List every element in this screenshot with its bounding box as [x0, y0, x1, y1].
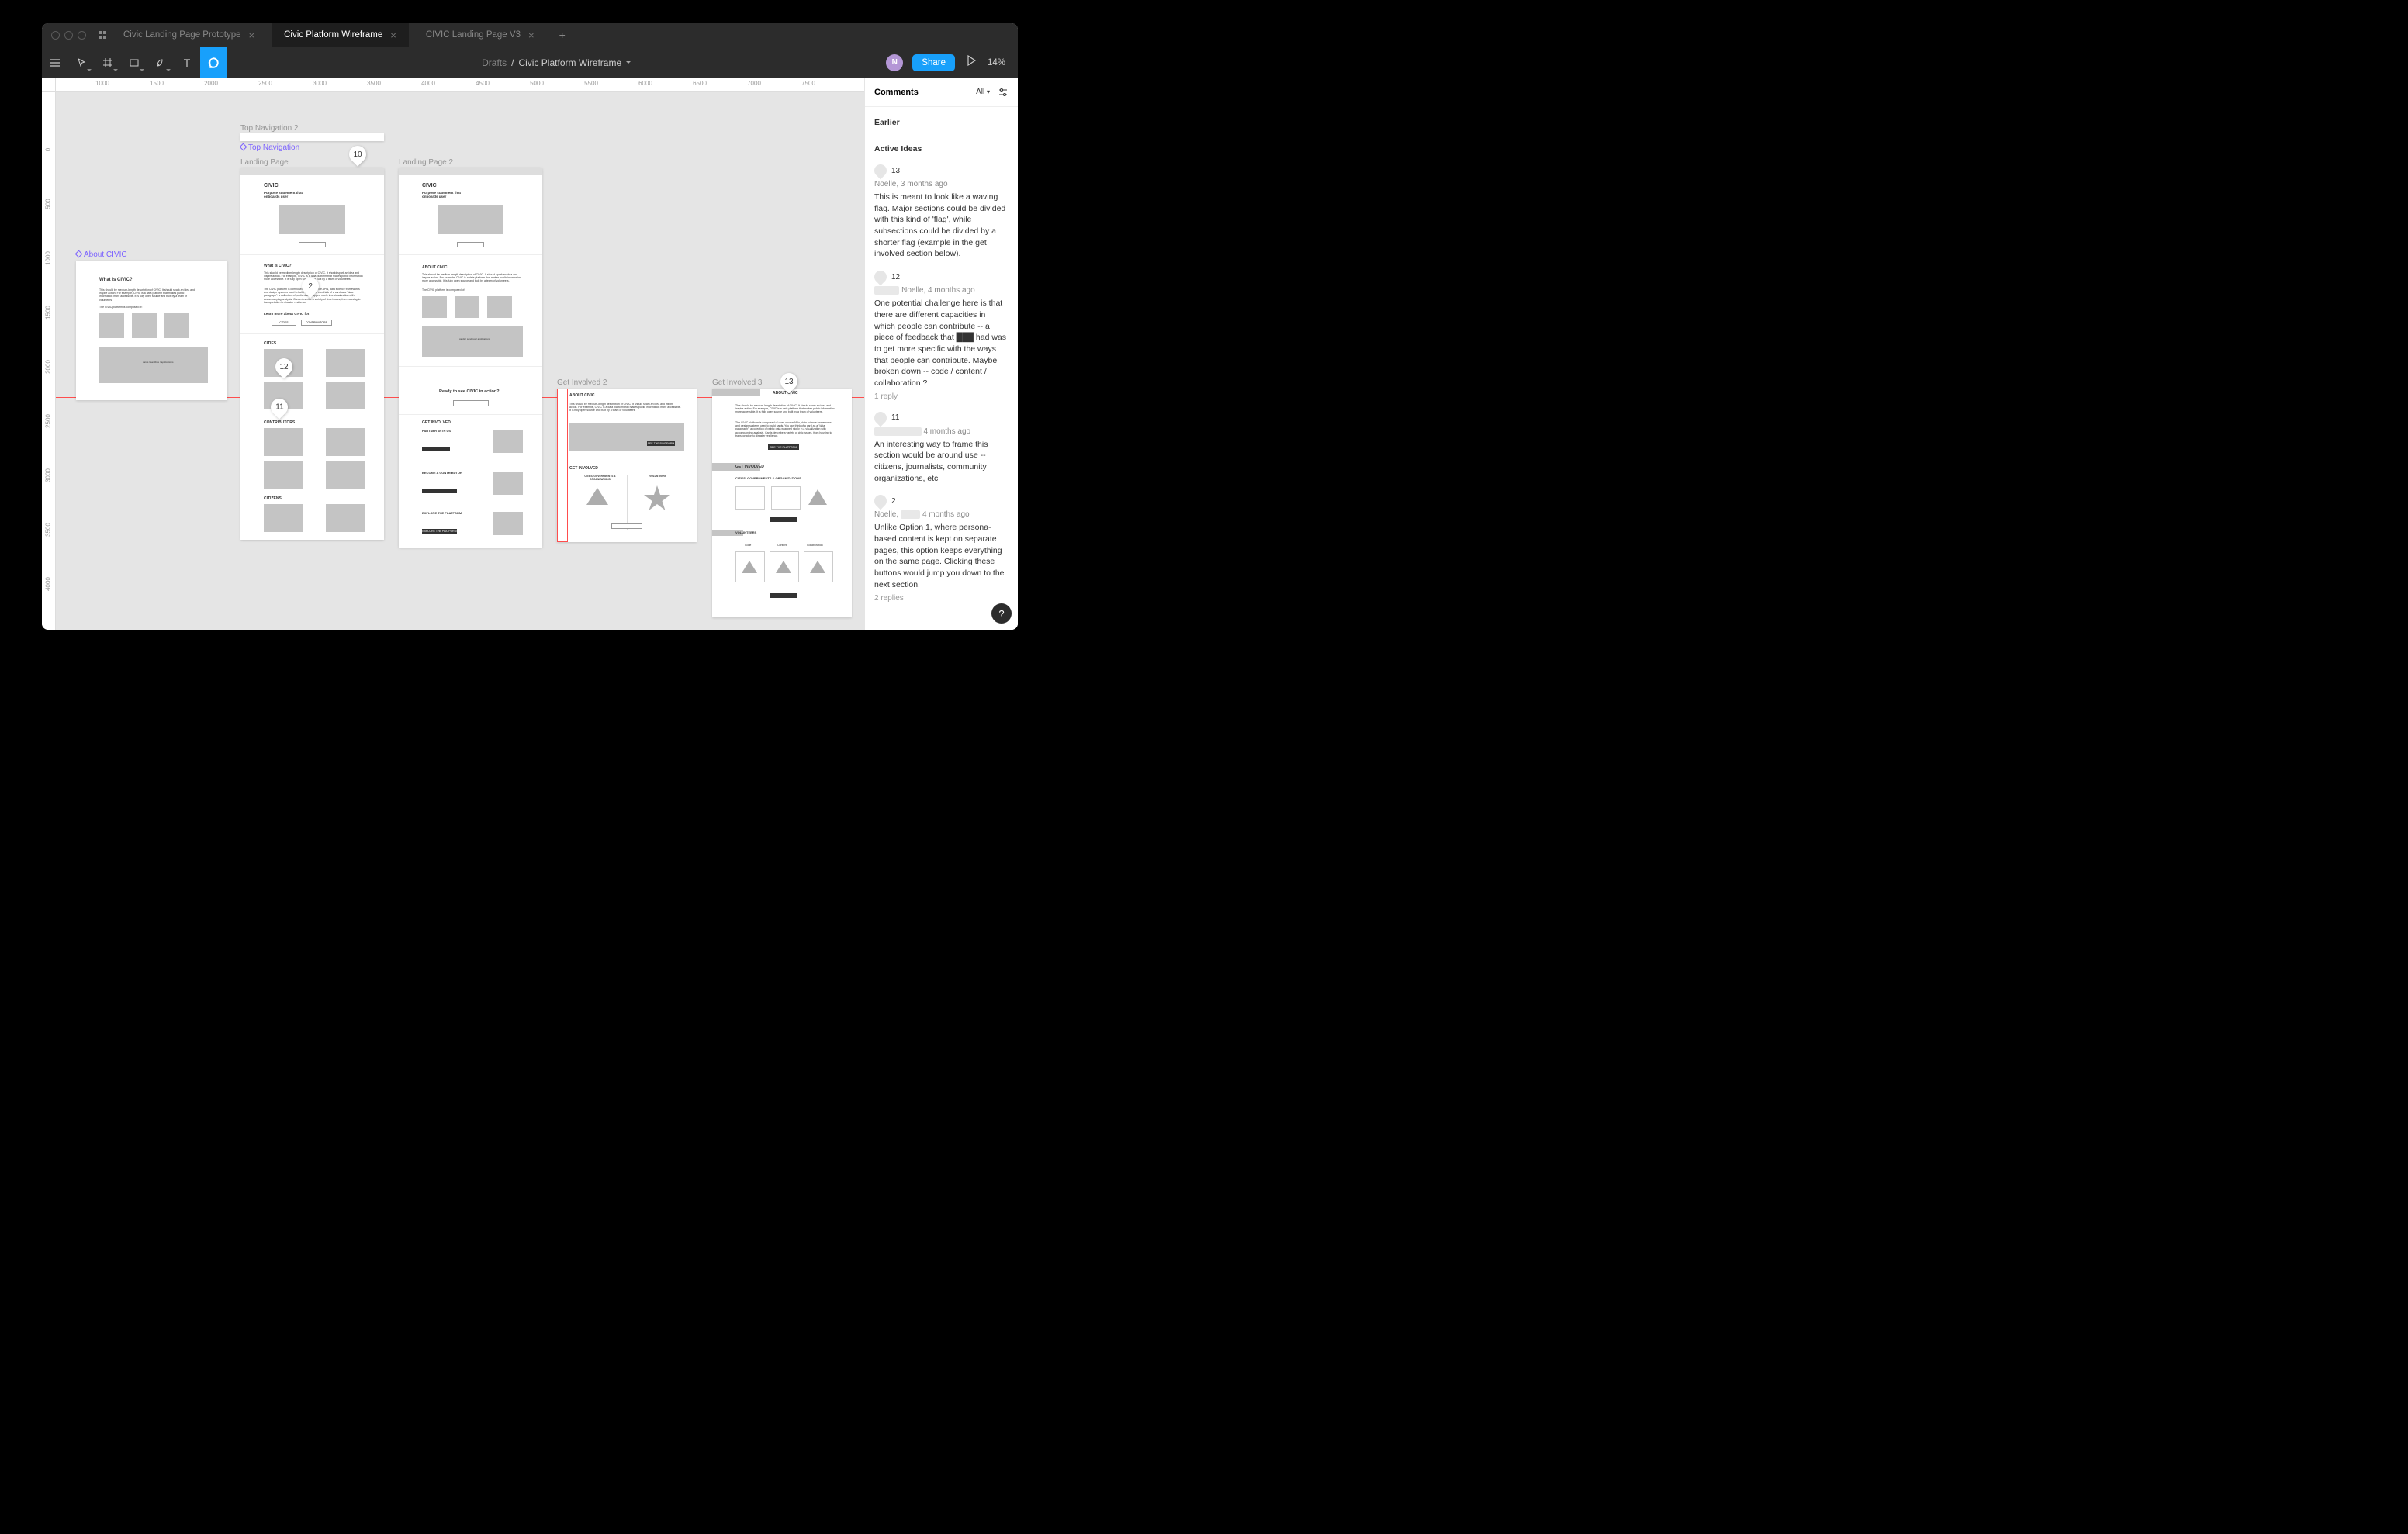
cursor-icon [76, 57, 87, 68]
comments-title: Comments [874, 88, 919, 97]
ruler-horizontal: 1000 1500 2000 2500 3000 3500 4000 4500 … [56, 78, 864, 92]
help-button[interactable]: ? [991, 603, 1012, 624]
frame-label-landing[interactable]: Landing Page [240, 158, 289, 167]
ruler-vertical: 0 500 1000 1500 2000 2500 3000 3500 4000 [42, 92, 56, 630]
frame-label-gi3[interactable]: Get Involved 3 [712, 378, 762, 387]
settings-icon[interactable] [998, 87, 1009, 98]
text-tool[interactable] [174, 47, 200, 78]
breadcrumb[interactable]: Drafts / Civic Platform Wireframe [227, 57, 886, 68]
close-icon[interactable]: × [390, 29, 396, 41]
pen-tool[interactable] [147, 47, 174, 78]
pen-icon [155, 57, 166, 68]
menu-button[interactable] [42, 47, 68, 78]
traffic-light-max[interactable] [78, 31, 86, 40]
close-icon[interactable]: × [528, 29, 535, 41]
avatar[interactable]: N [886, 54, 903, 71]
text-icon [182, 57, 192, 68]
comments-section-earlier: Earlier [874, 118, 1009, 127]
tab-label: Civic Platform Wireframe [284, 30, 382, 40]
app-window: Civic Landing Page Prototype × Civic Plat… [42, 23, 1018, 630]
comment-tool[interactable] [200, 47, 227, 78]
artboard-landing[interactable]: CIVIC Purpose statement that onboards us… [240, 168, 384, 540]
artboard-landing2[interactable]: CIVIC Purpose statement that onboards us… [399, 168, 542, 548]
comment-pin-icon [872, 268, 890, 286]
titlebar: Civic Landing Page Prototype × Civic Plat… [42, 23, 1018, 47]
comment-pin-icon [872, 409, 890, 427]
breadcrumb-current: Civic Platform Wireframe [518, 57, 621, 68]
frame-tool[interactable] [95, 47, 121, 78]
breadcrumb-root: Drafts [482, 57, 507, 68]
tab-overview-icon[interactable] [99, 31, 106, 39]
frame-label-about[interactable]: About CIVIC [76, 250, 127, 259]
frame-label-gi2[interactable]: Get Involved 2 [557, 378, 607, 387]
shape-tool[interactable] [121, 47, 147, 78]
workspace: 1000 1500 2000 2500 3000 3500 4000 4500 … [42, 78, 1018, 630]
present-button[interactable] [964, 54, 978, 71]
tab-2[interactable]: Civic Platform Wireframe × [272, 23, 409, 47]
comment-item[interactable]: 2 Noelle, ███ 4 months ago Unlike Option… [874, 495, 1009, 602]
comment-pin-icon [872, 162, 890, 180]
artboard-top-nav-2[interactable] [240, 133, 384, 141]
comments-list[interactable]: Earlier Active Ideas 13 Noelle, 3 months… [865, 107, 1018, 630]
close-icon[interactable]: × [249, 29, 255, 41]
comments-filter[interactable]: All ▾ [976, 88, 990, 96]
artboard-gi3[interactable]: ABOUT CIVIC This should be medium-length… [712, 389, 852, 617]
traffic-light-min[interactable] [64, 31, 73, 40]
comment-pin-10[interactable]: 10 [345, 142, 369, 166]
comment-item[interactable]: 13 Noelle, 3 months ago This is meant to… [874, 164, 1009, 260]
comment-item[interactable]: 11 ████████ 4 months ago An interesting … [874, 412, 1009, 485]
component-icon [240, 143, 247, 151]
canvas[interactable]: About CIVIC What is CIVIC? This should b… [56, 92, 864, 630]
frame-icon [102, 57, 113, 68]
component-icon [75, 250, 83, 258]
play-icon [964, 54, 978, 67]
comment-icon [207, 57, 220, 69]
chevron-down-icon [626, 61, 631, 66]
tab-1[interactable]: Civic Landing Page Prototype × [111, 23, 267, 47]
frame-label-top-nav-2[interactable]: Top Navigation 2 [240, 124, 299, 133]
tab-3[interactable]: CIVIC Landing Page V3 × [413, 23, 547, 47]
comment-item[interactable]: 12 ████ Noelle, 4 months ago One potenti… [874, 271, 1009, 401]
toolbar: Drafts / Civic Platform Wireframe N Shar… [42, 47, 1018, 78]
comments-panel: Comments All ▾ Earlier Active Ideas 13 N… [864, 78, 1018, 630]
ruler-corner [42, 78, 56, 92]
breadcrumb-sep: / [511, 57, 514, 68]
share-button[interactable]: Share [912, 54, 955, 71]
comments-section-active: Active Ideas [874, 144, 1009, 154]
new-tab-button[interactable]: + [552, 29, 573, 41]
selection-slice [557, 389, 568, 542]
zoom-control[interactable]: 14% [988, 58, 1007, 67]
move-tool[interactable] [68, 47, 95, 78]
artboard-gi2[interactable]: ABOUT CIVIC This should be medium-length… [557, 389, 697, 542]
tab-label: Civic Landing Page Prototype [123, 30, 241, 40]
rectangle-icon [129, 57, 140, 68]
frame-label-top-nav[interactable]: Top Navigation [240, 143, 299, 152]
tab-label: CIVIC Landing Page V3 [426, 30, 521, 40]
menu-icon [50, 57, 61, 68]
frame-label-landing2[interactable]: Landing Page 2 [399, 158, 453, 167]
traffic-light-close[interactable] [51, 31, 60, 40]
artboard-about[interactable]: What is CIVIC? This should be medium-len… [76, 261, 227, 400]
comment-pin-icon [872, 492, 890, 510]
